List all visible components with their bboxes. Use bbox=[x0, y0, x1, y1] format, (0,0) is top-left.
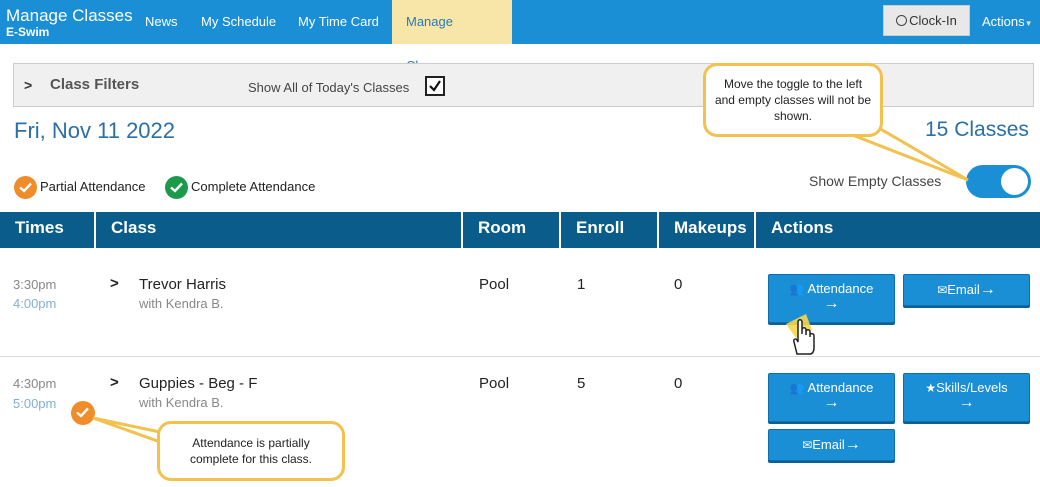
partial-tip-callout: Attendance is partially complete for thi… bbox=[157, 421, 345, 481]
toggle-tip-callout: Move the toggle to the left and empty cl… bbox=[703, 63, 883, 137]
hand-cursor-icon bbox=[793, 319, 815, 355]
callout-pointers bbox=[92, 122, 969, 447]
